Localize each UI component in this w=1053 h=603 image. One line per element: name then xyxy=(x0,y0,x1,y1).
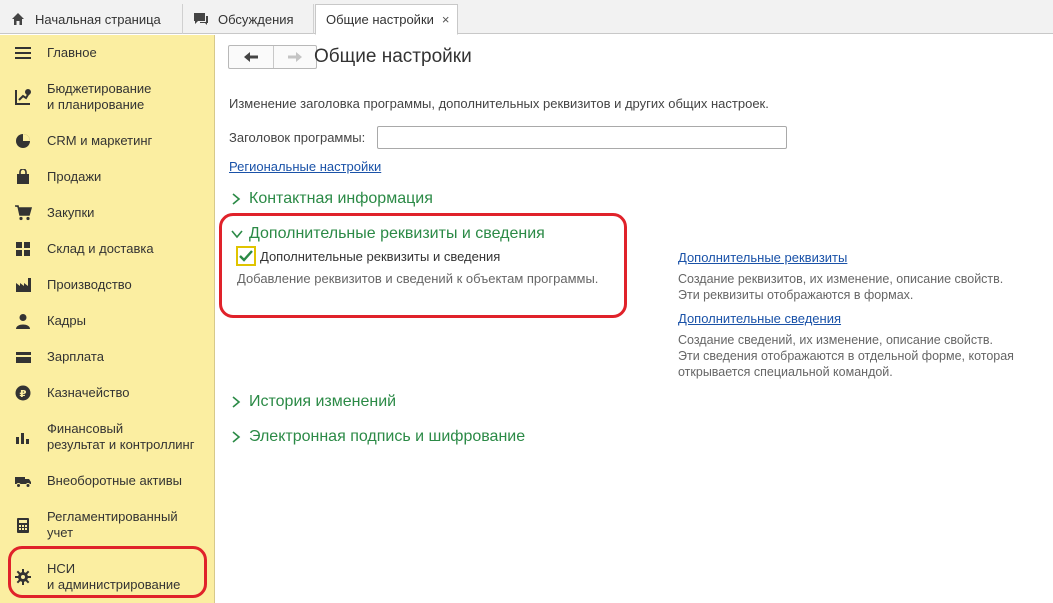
chevron-right-icon xyxy=(231,193,247,205)
cart-icon xyxy=(14,204,32,222)
sidebar-item-treasury[interactable]: ₽ Казначейство xyxy=(0,383,215,403)
section-title: Электронная подпись и шифрование xyxy=(249,428,526,445)
sidebar-item-production[interactable]: Производство xyxy=(0,275,215,295)
section-change-history[interactable]: История изменений xyxy=(231,393,396,411)
page-description: Изменение заголовка программы, дополните… xyxy=(229,96,769,111)
sidebar-item-regulated-accounting[interactable]: Регламентированный учет xyxy=(0,507,215,543)
chevron-right-icon xyxy=(231,396,247,408)
additional-info-link[interactable]: Дополнительные сведения xyxy=(678,311,841,326)
arrow-left-icon xyxy=(243,52,258,62)
truck-icon xyxy=(14,472,32,490)
tab-bar: Начальная страница Обсуждения Общие наст… xyxy=(0,0,1053,35)
additional-attributes-description: Создание реквизитов, их изменение, описа… xyxy=(678,272,1004,302)
sidebar-item-label: Продажи xyxy=(47,169,102,184)
tab-general-settings[interactable]: Общие настройки × xyxy=(315,4,458,35)
tab-home[interactable]: Начальная страница xyxy=(0,4,183,34)
tab-label: Обсуждения xyxy=(218,11,294,27)
back-button[interactable] xyxy=(229,46,273,68)
sidebar-item-label: Склад и доставка xyxy=(47,241,154,256)
menu-icon xyxy=(14,44,32,62)
sidebar-item-hr[interactable]: Кадры xyxy=(0,311,215,331)
sidebar-item-warehouse[interactable]: Склад и доставка xyxy=(0,239,215,259)
section-additional-attributes[interactable]: Дополнительные реквизиты и сведения xyxy=(231,225,545,243)
sidebar-item-label: Главное xyxy=(47,45,97,60)
sidebar-item-label: Бюджетирование и планирование xyxy=(47,81,152,112)
sidebar-item-label: Регламентированный учет xyxy=(47,509,178,540)
program-title-label: Заголовок программы: xyxy=(229,130,366,145)
regional-settings-link[interactable]: Региональные настройки xyxy=(229,159,381,174)
sidebar-item-purchases[interactable]: Закупки xyxy=(0,203,215,223)
sidebar-item-financial-result[interactable]: Финансовый результат и контроллинг xyxy=(0,419,215,455)
wallet-icon xyxy=(14,348,32,366)
chat-icon xyxy=(193,11,209,27)
checkbox-description: Добавление реквизитов и сведений к объек… xyxy=(237,271,599,286)
section-contact-info[interactable]: Контактная информация xyxy=(231,190,433,208)
sidebar-item-label: Кадры xyxy=(47,313,86,328)
sidebar-item-label: НСИ и администрирование xyxy=(47,561,181,592)
sidebar-item-salary[interactable]: Зарплата xyxy=(0,347,215,367)
sidebar-item-label: Казначейство xyxy=(47,385,130,400)
ruble-coin-icon: ₽ xyxy=(14,384,32,402)
calculator-icon xyxy=(14,516,32,534)
bar-chart-icon xyxy=(14,428,32,446)
sidebar-item-label: Зарплата xyxy=(47,349,104,364)
sidebar-item-label: Финансовый результат и контроллинг xyxy=(47,421,195,452)
warehouse-grid-icon xyxy=(14,240,32,258)
sidebar-item-label: Производство xyxy=(47,277,132,292)
sidebar-item-crm[interactable]: CRM и маркетинг xyxy=(0,131,215,151)
section-title: История изменений xyxy=(249,393,397,410)
svg-text:₽: ₽ xyxy=(20,389,27,400)
additional-attributes-checkbox[interactable] xyxy=(236,246,256,266)
navigation-buttons xyxy=(228,45,317,69)
close-icon[interactable]: × xyxy=(442,12,450,27)
sidebar: Главное Бюджетирование и планирование CR… xyxy=(0,35,215,603)
home-icon xyxy=(10,11,26,27)
sidebar-item-label: Закупки xyxy=(47,205,95,220)
person-icon xyxy=(14,312,32,330)
additional-attributes-checkbox-row[interactable]: Дополнительные реквизиты и сведения xyxy=(236,246,500,266)
section-title: Дополнительные реквизиты и сведения xyxy=(249,225,545,242)
forward-button[interactable] xyxy=(272,46,317,68)
sidebar-item-main[interactable]: Главное xyxy=(0,43,215,63)
factory-icon xyxy=(14,276,32,294)
section-digital-signature[interactable]: Электронная подпись и шифрование xyxy=(231,428,525,446)
tab-label: Начальная страница xyxy=(35,11,161,27)
shopping-bag-icon xyxy=(14,168,32,186)
program-title-input[interactable] xyxy=(377,126,787,149)
additional-info-description: Создание сведений, их изменение, описани… xyxy=(678,333,1014,379)
sidebar-item-sales[interactable]: Продажи xyxy=(0,167,215,187)
sidebar-item-label: CRM и маркетинг xyxy=(47,133,153,148)
sidebar-item-label: Внеоборотные активы xyxy=(47,473,183,488)
sidebar-item-budgeting[interactable]: Бюджетирование и планирование xyxy=(0,79,215,115)
chevron-right-icon xyxy=(231,431,247,443)
section-title: Контактная информация xyxy=(249,190,433,207)
pie-chart-icon xyxy=(14,132,32,150)
checkbox-label: Дополнительные реквизиты и сведения xyxy=(260,248,501,264)
sidebar-item-nsi-admin[interactable]: НСИ и администрирование xyxy=(0,559,215,595)
chevron-down-icon xyxy=(231,229,247,239)
tab-discussions[interactable]: Обсуждения xyxy=(183,4,314,34)
page-title: Общие настройки xyxy=(314,46,472,67)
tab-label: Общие настройки xyxy=(326,12,434,27)
gear-icon xyxy=(14,568,32,586)
checkmark-icon xyxy=(239,250,253,262)
sidebar-item-fixed-assets[interactable]: Внеоборотные активы xyxy=(0,471,215,491)
budget-chart-icon xyxy=(14,88,32,106)
main-content: Общие настройки Изменение заголовка прог… xyxy=(216,35,1053,603)
arrow-right-icon xyxy=(287,52,302,62)
additional-attributes-link[interactable]: Дополнительные реквизиты xyxy=(678,250,847,265)
